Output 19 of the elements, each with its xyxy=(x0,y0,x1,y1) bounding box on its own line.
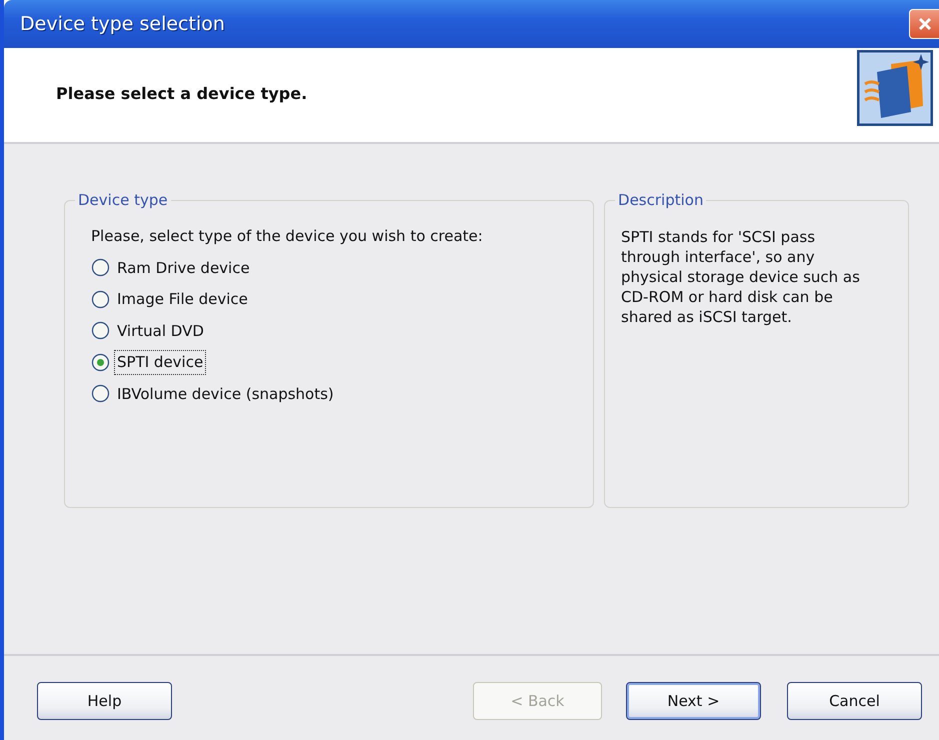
close-icon xyxy=(916,16,932,32)
dialog-button[interactable]: Help xyxy=(37,682,172,720)
close-button[interactable] xyxy=(909,9,939,39)
dialog-button[interactable]: Next > xyxy=(626,682,761,720)
wizard-logo-icon xyxy=(857,50,933,126)
radio-option[interactable]: Image File device xyxy=(91,287,251,312)
radio-option[interactable]: Ram Drive device xyxy=(91,256,253,280)
prompt-text: Please, select type of the device you wish to create: xyxy=(91,226,484,247)
radio-option[interactable]: Virtual DVD xyxy=(91,318,207,343)
radio-icon xyxy=(91,321,110,340)
radio-icon xyxy=(91,258,110,278)
header-title: Please select a device type. xyxy=(56,83,308,105)
radio-option[interactable]: IBVolume device (snapshots) xyxy=(91,382,337,406)
dialog-button[interactable]: Cancel xyxy=(787,682,922,720)
window-title: Device type selection xyxy=(19,12,225,37)
description-text: SPTI stands for 'SCSI pass through interface', so any physical storage device such as CD-ROM or hard disk can be shared as iSCSI target. xyxy=(621,227,861,327)
radio-icon xyxy=(91,290,110,309)
radio-icon xyxy=(91,384,110,404)
radio-icon xyxy=(91,352,110,372)
